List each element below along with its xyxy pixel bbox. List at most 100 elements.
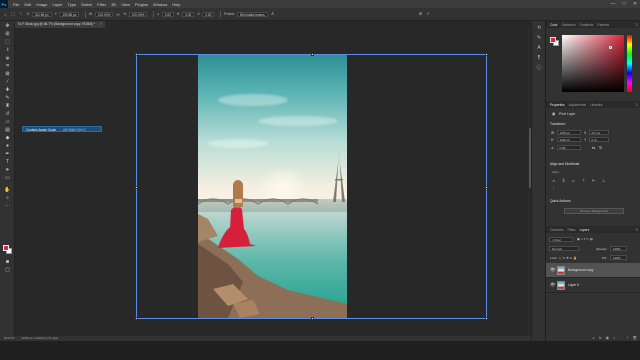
blend-mode-select[interactable]: Normal — [549, 246, 579, 251]
layer-name[interactable]: Background copy — [568, 268, 593, 272]
transform-tool-icon[interactable]: ⬚ — [11, 11, 15, 17]
pen-tool-icon[interactable]: ✒ — [3, 151, 12, 158]
menu-select[interactable]: Select — [81, 2, 92, 7]
eraser-tool-icon[interactable]: ▱ — [3, 119, 12, 126]
new-group-icon[interactable]: 🗀 — [619, 336, 623, 341]
panel-menu-icon[interactable]: ≡ — [636, 22, 638, 27]
lock-icons[interactable]: ▢ ✎ ✥ ⊡ 🔒 — [559, 256, 577, 260]
hue-slider[interactable] — [627, 35, 632, 92]
brush-tool-icon[interactable]: ✎ — [3, 95, 12, 102]
align-right-icon[interactable]: ⫸ — [571, 178, 576, 183]
visibility-eye-icon[interactable]: 👁 — [550, 282, 556, 288]
artboard-tool-icon[interactable]: ⊞ — [3, 31, 12, 38]
document-tab[interactable]: VLF Stock.jpg @ 66.7% (Background copy, … — [15, 21, 105, 28]
transform-section-title[interactable]: Transform — [550, 122, 565, 126]
new-layer-icon[interactable]: + — [627, 336, 629, 341]
menu-tooltip[interactable]: Content-Aware Scale Alt+Shift+Ctrl+C — [22, 126, 102, 132]
canvas-area[interactable]: Content-Aware Scale Alt+Shift+Ctrl+C — [15, 28, 530, 336]
quick-mask-icon[interactable]: ◙ — [3, 259, 12, 266]
tab-paths[interactable]: Paths — [567, 228, 575, 232]
align-left-icon[interactable]: ⫷ — [551, 178, 556, 183]
brush-settings-icon[interactable]: ✎ — [535, 35, 543, 42]
align-bottom-icon[interactable]: ⊥ — [601, 178, 606, 183]
opacity-input[interactable]: 100% — [610, 246, 627, 251]
handle-middle-right[interactable] — [484, 186, 488, 189]
height-field[interactable]: 1920 px — [557, 137, 581, 142]
visibility-eye-icon[interactable]: 👁 — [550, 267, 556, 273]
menu-file[interactable]: File — [13, 2, 19, 7]
color-picker-field[interactable] — [562, 35, 624, 92]
gradient-tool-icon[interactable]: ▤ — [3, 127, 12, 134]
menu-help[interactable]: Help — [172, 2, 180, 7]
x-field[interactable]: 277 px — [589, 130, 609, 135]
menu-edit[interactable]: Edit — [24, 2, 31, 7]
angle-field[interactable]: 0.00° — [557, 145, 581, 150]
zoom-tool-icon[interactable]: ⌕ — [3, 195, 12, 202]
close-tab-icon[interactable]: × — [100, 21, 102, 28]
frame-tool-icon[interactable]: ⊠ — [3, 71, 12, 78]
tab-gradients[interactable]: Gradients — [579, 23, 593, 27]
crop-tool-icon[interactable]: ⌗ — [3, 63, 12, 70]
tab-adjustments[interactable]: Adjustments — [569, 103, 587, 107]
tab-patterns[interactable]: Patterns — [597, 23, 609, 27]
character-panel-icon[interactable]: A — [535, 45, 543, 52]
protect-select[interactable]: Bird walks leaves — [236, 11, 268, 17]
minimize-icon[interactable]: — — [610, 0, 616, 8]
hand-tool-icon[interactable]: ✋ — [3, 187, 12, 194]
screen-mode-icon[interactable]: ▢ — [3, 267, 12, 274]
layer-filter-kind-select[interactable]: ⌕ Kind — [549, 237, 573, 242]
menu-window[interactable]: Window — [153, 2, 167, 7]
home-icon[interactable]: ⌂ — [4, 12, 7, 17]
info-panel-icon[interactable]: ⓘ — [535, 65, 543, 72]
height-input[interactable]: 100.00% — [128, 11, 148, 17]
align-top-icon[interactable]: ⊤ — [581, 178, 586, 183]
add-mask-icon[interactable]: ▣ — [606, 336, 609, 341]
tab-properties[interactable]: Properties — [550, 103, 565, 107]
x-input[interactable]: 311.85 px — [31, 11, 52, 17]
panel-menu-icon[interactable]: ≡ — [636, 227, 638, 232]
color-panel-foreground[interactable] — [550, 37, 556, 43]
layer-filter-icons[interactable]: ▣ ◑ T ▭ ▤ — [577, 237, 593, 241]
lasso-tool-icon[interactable]: ℓ — [3, 47, 12, 54]
layer-name[interactable]: Layer 0 — [568, 283, 579, 287]
move-tool-icon[interactable]: ✥ — [3, 23, 12, 30]
healing-tool-icon[interactable]: ✚ — [3, 87, 12, 94]
more-tools-icon[interactable]: ··· — [3, 203, 12, 210]
tab-color[interactable]: Color — [550, 23, 558, 27]
handle-bottom-right[interactable] — [484, 316, 488, 320]
handle-middle-left[interactable] — [135, 186, 139, 189]
menu-layer[interactable]: Layer — [52, 2, 62, 7]
v-skew-input[interactable]: 0.00 — [202, 11, 215, 17]
quick-actions-title[interactable]: Quick Actions — [550, 199, 571, 203]
layer-row[interactable]: 👁 Layer 0 — [546, 278, 640, 293]
angle-input[interactable]: 0.00 — [161, 11, 174, 17]
paragraph-panel-icon[interactable]: ¶ — [535, 55, 543, 62]
maximize-icon[interactable]: □ — [621, 0, 627, 8]
flip-vertical-icon[interactable]: ⇅ — [598, 145, 603, 150]
type-tool-icon[interactable]: T — [3, 159, 12, 166]
align-vcenter-icon[interactable]: ⊢ — [591, 178, 596, 183]
foreground-color-swatch[interactable] — [3, 245, 9, 251]
fx-icon[interactable]: fx — [599, 336, 602, 341]
blur-tool-icon[interactable]: ◆ — [3, 135, 12, 142]
menu-type[interactable]: Type — [68, 2, 77, 7]
y-field[interactable]: 0 px — [589, 137, 609, 142]
fill-input[interactable]: 100% — [610, 255, 627, 260]
align-section-title[interactable]: Align and Distribute — [550, 162, 579, 166]
path-select-tool-icon[interactable]: ➤ — [3, 167, 12, 174]
close-icon[interactable]: ✕ — [632, 0, 638, 8]
width-field[interactable]: 1078 px — [557, 130, 581, 135]
align-hcenter-icon[interactable]: ⫼ — [561, 178, 566, 183]
y-input[interactable]: 195.85 px — [59, 11, 80, 17]
handle-top-right[interactable] — [484, 53, 488, 57]
cancel-transform-icon[interactable]: ⊘ — [419, 11, 423, 17]
commit-transform-icon[interactable]: ✓ — [426, 11, 430, 17]
zoom-level[interactable]: 66.67% — [4, 336, 15, 340]
menu-image[interactable]: Image — [36, 2, 47, 7]
tab-libraries[interactable]: Libraries — [590, 103, 602, 107]
object-select-tool-icon[interactable]: ⬙ — [3, 55, 12, 62]
link-layers-icon[interactable]: ∞ — [592, 336, 595, 341]
remove-background-button[interactable]: Remove Background — [564, 208, 624, 214]
tab-channels[interactable]: Channels — [550, 228, 563, 232]
link-icon[interactable]: ∞ — [116, 12, 119, 17]
